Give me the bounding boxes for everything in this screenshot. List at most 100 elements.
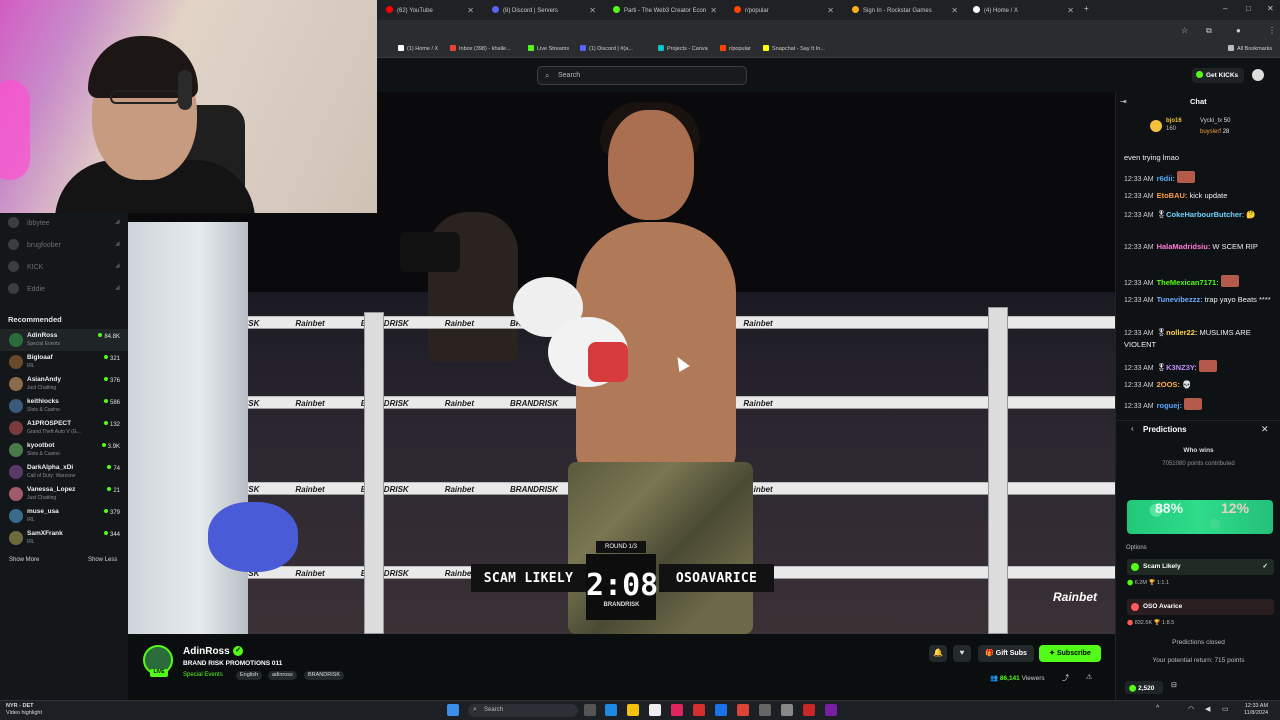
- profile-icon[interactable]: ●: [1236, 26, 1241, 35]
- collapse-chat-icon[interactable]: ⇥: [1120, 97, 1127, 106]
- user-avatar[interactable]: [1252, 69, 1264, 81]
- offline-icon: ◢: [115, 263, 120, 269]
- windows-start-icon[interactable]: [447, 704, 459, 716]
- window-close-icon[interactable]: ✕: [1267, 4, 1274, 13]
- menu-icon[interactable]: ⋮: [1268, 26, 1276, 35]
- browser-tab[interactable]: Parti - The Web3 Creator Econ ✕: [605, 2, 723, 20]
- recommended-channel[interactable]: AsianAndy Just Chatting 376: [0, 373, 128, 395]
- back-chevron-icon[interactable]: ‹: [1131, 424, 1134, 433]
- recommended-channel[interactable]: DarkAlpha_xDi Call of Duty: Warzone 74: [0, 461, 128, 483]
- browser-tab[interactable]: (4) Home / X ✕: [965, 2, 1080, 20]
- points-contributed: 7051080 points contributed: [1162, 461, 1235, 467]
- stream-tag[interactable]: English: [236, 671, 263, 680]
- task-view-icon[interactable]: [584, 704, 596, 716]
- followed-channel[interactable]: brugfoober ◢: [8, 239, 120, 250]
- report-icon[interactable]: ⚠: [1086, 673, 1092, 681]
- browser-tab[interactable]: Sign In - Rockstar Games ✕: [844, 2, 964, 20]
- kicks-icon: ⬤: [1129, 685, 1139, 692]
- stream-tag[interactable]: adinross: [268, 671, 297, 680]
- recommended-channel[interactable]: AdinRoss Special Events 84.8K: [0, 329, 128, 351]
- heart-icon[interactable]: ♥: [953, 645, 971, 662]
- channel-name[interactable]: AdinRoss: [183, 646, 230, 657]
- browser-tab[interactable]: (62) YouTube ✕: [378, 2, 480, 20]
- maximize-icon[interactable]: □: [1246, 4, 1251, 13]
- bookmark-star-icon[interactable]: ☆: [1181, 26, 1188, 35]
- ratio-icon: 🏆: [1148, 580, 1157, 586]
- close-tab-icon[interactable]: ✕: [710, 6, 717, 15]
- followed-channel[interactable]: Eddie ◢: [8, 283, 120, 294]
- news-widget[interactable]: NYR - DET Video highlight: [6, 703, 42, 717]
- get-kicks-button[interactable]: Get KICKs: [1192, 68, 1244, 83]
- show-more-link[interactable]: Show More: [9, 557, 39, 563]
- notepad-icon[interactable]: [649, 704, 661, 716]
- avatar: [9, 377, 23, 391]
- recommended-channel[interactable]: muse_usa IRL 379: [0, 505, 128, 527]
- close-tab-icon[interactable]: ✕: [589, 6, 596, 15]
- points-icon: ⬤: [1127, 620, 1135, 626]
- badge-icon: 🎖: [1156, 328, 1167, 337]
- recommended-channel[interactable]: kyootbot Slots & Casino 3.9K: [0, 439, 128, 461]
- gift-subs-button[interactable]: 🎁 Gift Subs: [978, 645, 1034, 662]
- extensions-icon[interactable]: ⧉: [1206, 26, 1212, 36]
- close-tab-icon[interactable]: ✕: [1067, 6, 1074, 15]
- edge-icon[interactable]: [605, 704, 617, 716]
- subscribe-button[interactable]: ✦ Subscribe: [1039, 645, 1101, 662]
- bookmark-item[interactable]: r/popular: [720, 45, 751, 52]
- avatar: [8, 283, 19, 294]
- stream-title: BRAND RISK PROMOTIONS 011: [183, 660, 283, 667]
- share-icon[interactable]: ⤴: [1062, 673, 1069, 683]
- system-clock[interactable]: 12:33 AM 11/8/2024: [1244, 703, 1268, 717]
- snapchat-icon: [763, 45, 769, 51]
- recommended-channel[interactable]: SamXFrank IRL 344: [0, 527, 128, 549]
- avatar: [8, 261, 19, 272]
- app-icon[interactable]: [825, 704, 837, 716]
- notification-bell-icon[interactable]: 🔔: [929, 645, 947, 662]
- prediction-option-2[interactable]: OSO Avarice: [1127, 599, 1274, 615]
- stream-category[interactable]: Special Events: [183, 672, 223, 678]
- all-bookmarks[interactable]: All Bookmarks: [1228, 45, 1272, 52]
- recommended-heading: Recommended: [8, 315, 62, 324]
- bookmark-item[interactable]: (1) Discord | #(a...: [580, 45, 633, 52]
- prediction-option-1[interactable]: Scam Likely ✓: [1127, 559, 1274, 575]
- close-tab-icon[interactable]: ✕: [467, 6, 474, 15]
- bookmark-item[interactable]: (1) Home / X: [398, 45, 438, 52]
- chrome-icon[interactable]: [737, 704, 749, 716]
- avatar: [9, 443, 23, 457]
- bookmark-item[interactable]: Projects - Canva: [658, 45, 708, 52]
- kicks-balance[interactable]: ⬤ 2,520: [1125, 681, 1163, 694]
- search-input[interactable]: ⌕ Search: [537, 66, 747, 85]
- volume-icon[interactable]: ◀: [1205, 705, 1210, 713]
- wifi-icon[interactable]: ◠: [1188, 705, 1194, 713]
- bookmark-item[interactable]: Live Streams: [528, 45, 569, 52]
- taskbar-search[interactable]: ⌕ Search: [468, 704, 578, 717]
- rockstar-icon: [852, 6, 859, 13]
- app-icon[interactable]: [671, 704, 683, 716]
- show-less-link[interactable]: Show Less: [88, 557, 117, 563]
- settings-icon[interactable]: [759, 704, 771, 716]
- bookmark-item[interactable]: Inbox (398) - khalle...: [450, 45, 511, 52]
- battery-icon[interactable]: ▭: [1222, 705, 1229, 713]
- recommended-channel[interactable]: A1PROSPECT Grand Theft Auto V (G... 132: [0, 417, 128, 439]
- app-icon[interactable]: [693, 704, 705, 716]
- app-icon[interactable]: [781, 704, 793, 716]
- bookmark-item[interactable]: Snapchat - Say It In...: [763, 45, 825, 52]
- new-tab-icon[interactable]: +: [1084, 4, 1089, 13]
- close-tab-icon[interactable]: ✕: [951, 6, 958, 15]
- close-icon[interactable]: ✕: [1261, 424, 1269, 435]
- recommended-channel[interactable]: Vanessa_Lopez Just Chatting 21: [0, 483, 128, 505]
- recommended-channel[interactable]: Bigloaaf IRL 321: [0, 351, 128, 373]
- file-explorer-icon[interactable]: [627, 704, 639, 716]
- tray-chevron-icon[interactable]: ^: [1156, 705, 1159, 712]
- followed-channel[interactable]: KICK ◢: [8, 261, 120, 272]
- app-icon[interactable]: [715, 704, 727, 716]
- gift-icon[interactable]: ⊟: [1171, 681, 1177, 689]
- browser-tab[interactable]: (8) Discord | Servers ✕: [484, 2, 602, 20]
- stream-tag[interactable]: BRANDRISK: [304, 671, 345, 680]
- followed-channel[interactable]: ibbytee ◢: [8, 217, 120, 228]
- browser-tab[interactable]: r/popular ✕: [726, 2, 840, 20]
- minimize-icon[interactable]: –: [1223, 4, 1227, 13]
- app-icon[interactable]: [803, 704, 815, 716]
- channel-avatar[interactable]: LIVE: [143, 645, 173, 677]
- close-tab-icon[interactable]: ✕: [827, 6, 834, 15]
- recommended-channel[interactable]: keithlocks Slots & Casino 586: [0, 395, 128, 417]
